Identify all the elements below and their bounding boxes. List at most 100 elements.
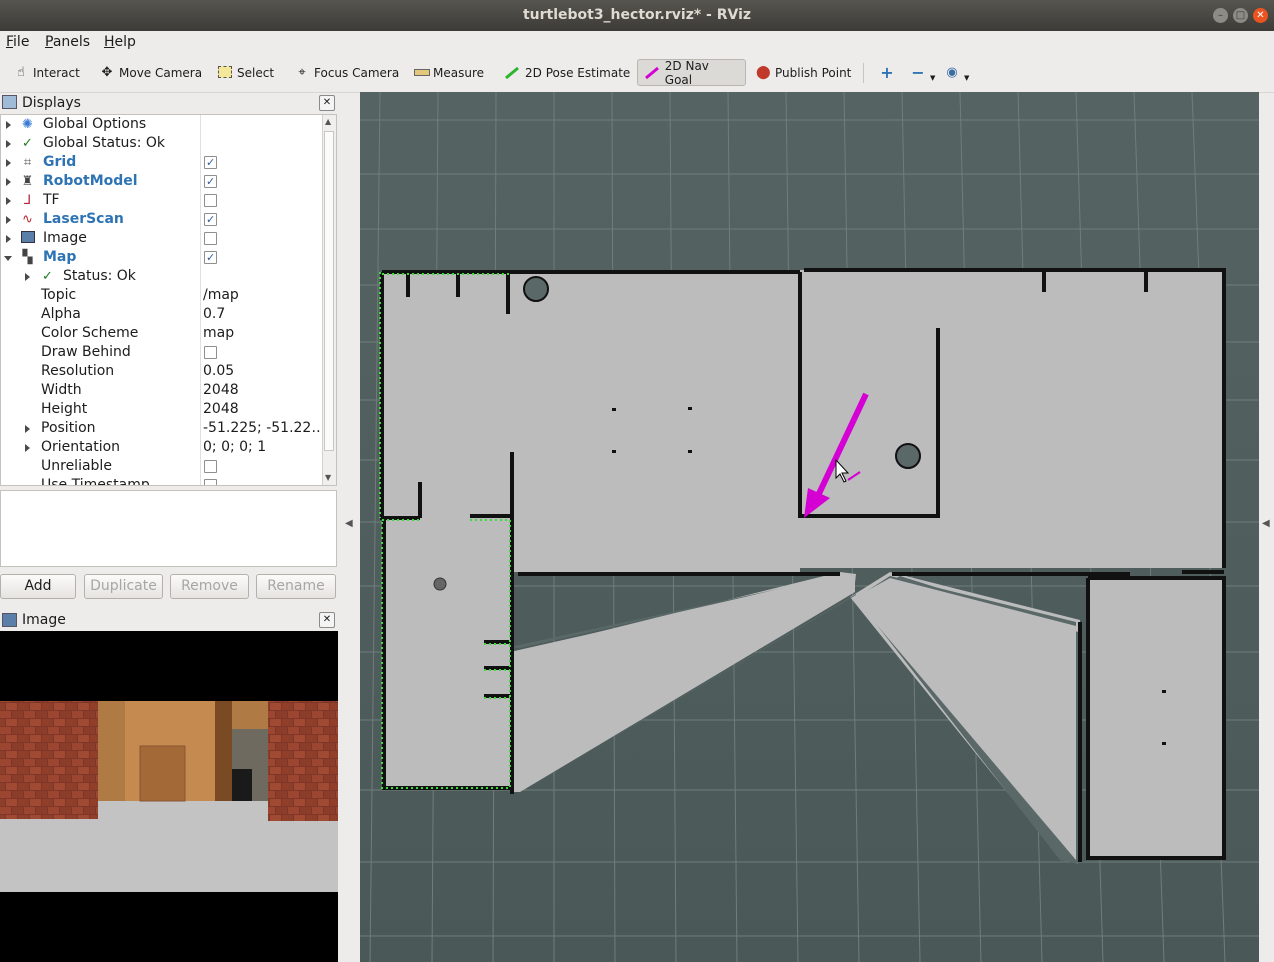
tree-row-map-status[interactable]: ✓ Status: Ok — [1, 267, 324, 286]
tree-label: LaserScan — [43, 211, 124, 227]
tree-row-alpha[interactable]: Alpha 0.7 — [1, 305, 324, 324]
minimize-icon[interactable]: – — [1213, 8, 1228, 23]
select-box-icon — [218, 65, 232, 80]
pose-estimate-tool-label: 2D Pose Estimate — [525, 65, 631, 80]
property-label: Use Timestamp — [41, 477, 150, 486]
tree-row-topic[interactable]: Topic /map — [1, 286, 324, 305]
maximize-icon[interactable]: □ — [1233, 8, 1248, 23]
unreliable-checkbox[interactable] — [204, 460, 217, 473]
resolution-value[interactable]: 0.05 — [203, 362, 234, 381]
close-image-panel-icon[interactable]: ✕ — [319, 612, 335, 628]
image-enabled-checkbox[interactable] — [204, 232, 217, 245]
add-tool-button[interactable]: + — [874, 59, 900, 86]
expand-arrow-icon[interactable] — [6, 178, 11, 186]
scroll-down-icon[interactable]: ▼ — [325, 473, 331, 482]
expand-arrow-icon[interactable] — [6, 197, 11, 205]
expand-arrow-icon[interactable] — [6, 140, 11, 148]
tree-row-unreliable[interactable]: Unreliable — [1, 457, 324, 476]
color-scheme-value[interactable]: map — [203, 324, 234, 343]
menu-panels[interactable]: Panels — [45, 34, 90, 50]
property-label: Topic — [41, 287, 77, 303]
property-label: Resolution — [41, 363, 115, 379]
expand-arrow-icon[interactable] — [6, 159, 11, 167]
close-displays-panel-icon[interactable]: ✕ — [319, 95, 335, 111]
occupancy-grid-map[interactable] — [360, 92, 1259, 962]
tree-row-height[interactable]: Height 2048 — [1, 400, 324, 419]
tree-row-orientation[interactable]: Orientation 0; 0; 0; 1 — [1, 438, 324, 457]
window-title: turtlebot3_hector.rviz* - RViz — [522, 7, 752, 23]
menu-panels-label: anels — [52, 34, 91, 50]
axes-icon: ⅃ — [23, 193, 32, 208]
duplicate-display-button[interactable]: Duplicate — [84, 574, 163, 599]
laserscan-enabled-checkbox[interactable] — [204, 210, 217, 229]
robotmodel-enabled-checkbox[interactable] — [204, 172, 217, 191]
tree-row-position[interactable]: Position -51.225; -51.22… — [1, 419, 325, 438]
tree-row-global-status[interactable]: ✓ Global Status: Ok — [1, 134, 324, 153]
collapse-left-panel-icon[interactable]: ◀ — [345, 518, 353, 529]
expand-arrow-icon[interactable] — [25, 444, 30, 452]
tree-row-image[interactable]: Image — [1, 229, 324, 248]
orientation-value[interactable]: 0; 0; 0; 1 — [203, 438, 266, 457]
expand-arrow-icon[interactable] — [6, 121, 11, 129]
tree-row-use-timestamp[interactable]: Use Timestamp — [1, 476, 324, 486]
view-tool-button[interactable]: ◉ ▼ — [939, 59, 975, 86]
tree-label: Grid — [43, 154, 77, 170]
scroll-up-icon[interactable]: ▲ — [325, 117, 331, 126]
remove-tool-button[interactable]: − ▼ — [905, 59, 941, 86]
tree-row-global-options[interactable]: ✺ Global Options — [1, 115, 324, 134]
rename-display-button[interactable]: Rename — [256, 574, 336, 599]
menu-help[interactable]: Help — [104, 34, 136, 50]
height-value[interactable]: 2048 — [203, 400, 239, 419]
tree-label: RobotModel — [43, 173, 138, 189]
tf-enabled-checkbox[interactable] — [204, 194, 217, 207]
collapse-arrow-icon[interactable] — [4, 256, 12, 261]
dropdown-caret-icon: ▼ — [930, 73, 936, 82]
map-pin-icon: ⬤ — [756, 64, 771, 80]
add-display-button[interactable]: Add — [0, 574, 76, 599]
select-tool-button[interactable]: Select — [212, 59, 280, 86]
pose-estimate-tool-button[interactable]: 2D Pose Estimate — [498, 59, 636, 86]
robot-icon: ♜ — [21, 174, 34, 189]
menu-file[interactable]: File — [6, 34, 29, 50]
ruler-icon — [414, 66, 430, 80]
interact-tool-button[interactable]: ☝ Interact — [8, 59, 86, 86]
tree-label: TF — [43, 192, 60, 208]
width-value[interactable]: 2048 — [203, 381, 239, 400]
move-camera-tool-button[interactable]: ✥ Move Camera — [94, 59, 208, 86]
tree-row-grid[interactable]: ⌗ Grid — [1, 153, 324, 172]
tree-row-tf[interactable]: ⅃ TF — [1, 191, 324, 210]
map-enabled-checkbox[interactable] — [204, 248, 217, 267]
expand-arrow-icon[interactable] — [25, 425, 30, 433]
property-label: Height — [41, 401, 88, 417]
topic-value[interactable]: /map — [203, 286, 239, 305]
remove-display-button[interactable]: Remove — [170, 574, 249, 599]
tree-row-robotmodel[interactable]: ♜ RobotModel — [1, 172, 324, 191]
tree-row-draw-behind[interactable]: Draw Behind — [1, 343, 324, 362]
publish-point-tool-button[interactable]: ⬤ Publish Point — [750, 59, 857, 86]
tree-row-color-scheme[interactable]: Color Scheme map — [1, 324, 324, 343]
tree-label: Image — [43, 230, 87, 246]
tree-row-resolution[interactable]: Resolution 0.05 — [1, 362, 324, 381]
collapse-right-panel-icon[interactable]: ◀ — [1262, 518, 1270, 529]
tree-row-map[interactable]: ▚ Map — [1, 248, 324, 267]
expand-arrow-icon[interactable] — [25, 273, 30, 281]
displays-scrollbar[interactable]: ▲ ▼ — [322, 115, 336, 485]
expand-arrow-icon[interactable] — [6, 216, 11, 224]
grid-enabled-checkbox[interactable] — [204, 153, 217, 172]
alpha-value[interactable]: 0.7 — [203, 305, 225, 324]
scrollbar-thumb[interactable] — [324, 131, 334, 451]
tree-row-laserscan[interactable]: ∿ LaserScan — [1, 210, 324, 229]
image-panel-title: Image — [22, 612, 66, 628]
close-window-icon[interactable]: ✕ — [1253, 8, 1268, 23]
nav-goal-tool-button[interactable]: 2D Nav Goal — [637, 59, 746, 87]
3d-render-viewport[interactable] — [360, 92, 1259, 962]
tree-row-width[interactable]: Width 2048 — [1, 381, 324, 400]
draw-behind-checkbox[interactable] — [204, 346, 217, 359]
menu-panels-mnemonic: P — [45, 34, 53, 50]
measure-tool-button[interactable]: Measure — [408, 59, 490, 86]
use-timestamp-checkbox[interactable] — [204, 479, 217, 485]
expand-arrow-icon[interactable] — [6, 235, 11, 243]
camera-image-view — [0, 631, 338, 962]
position-value[interactable]: -51.225; -51.22… — [203, 419, 325, 438]
focus-camera-tool-button[interactable]: ⌖ Focus Camera — [289, 59, 405, 86]
